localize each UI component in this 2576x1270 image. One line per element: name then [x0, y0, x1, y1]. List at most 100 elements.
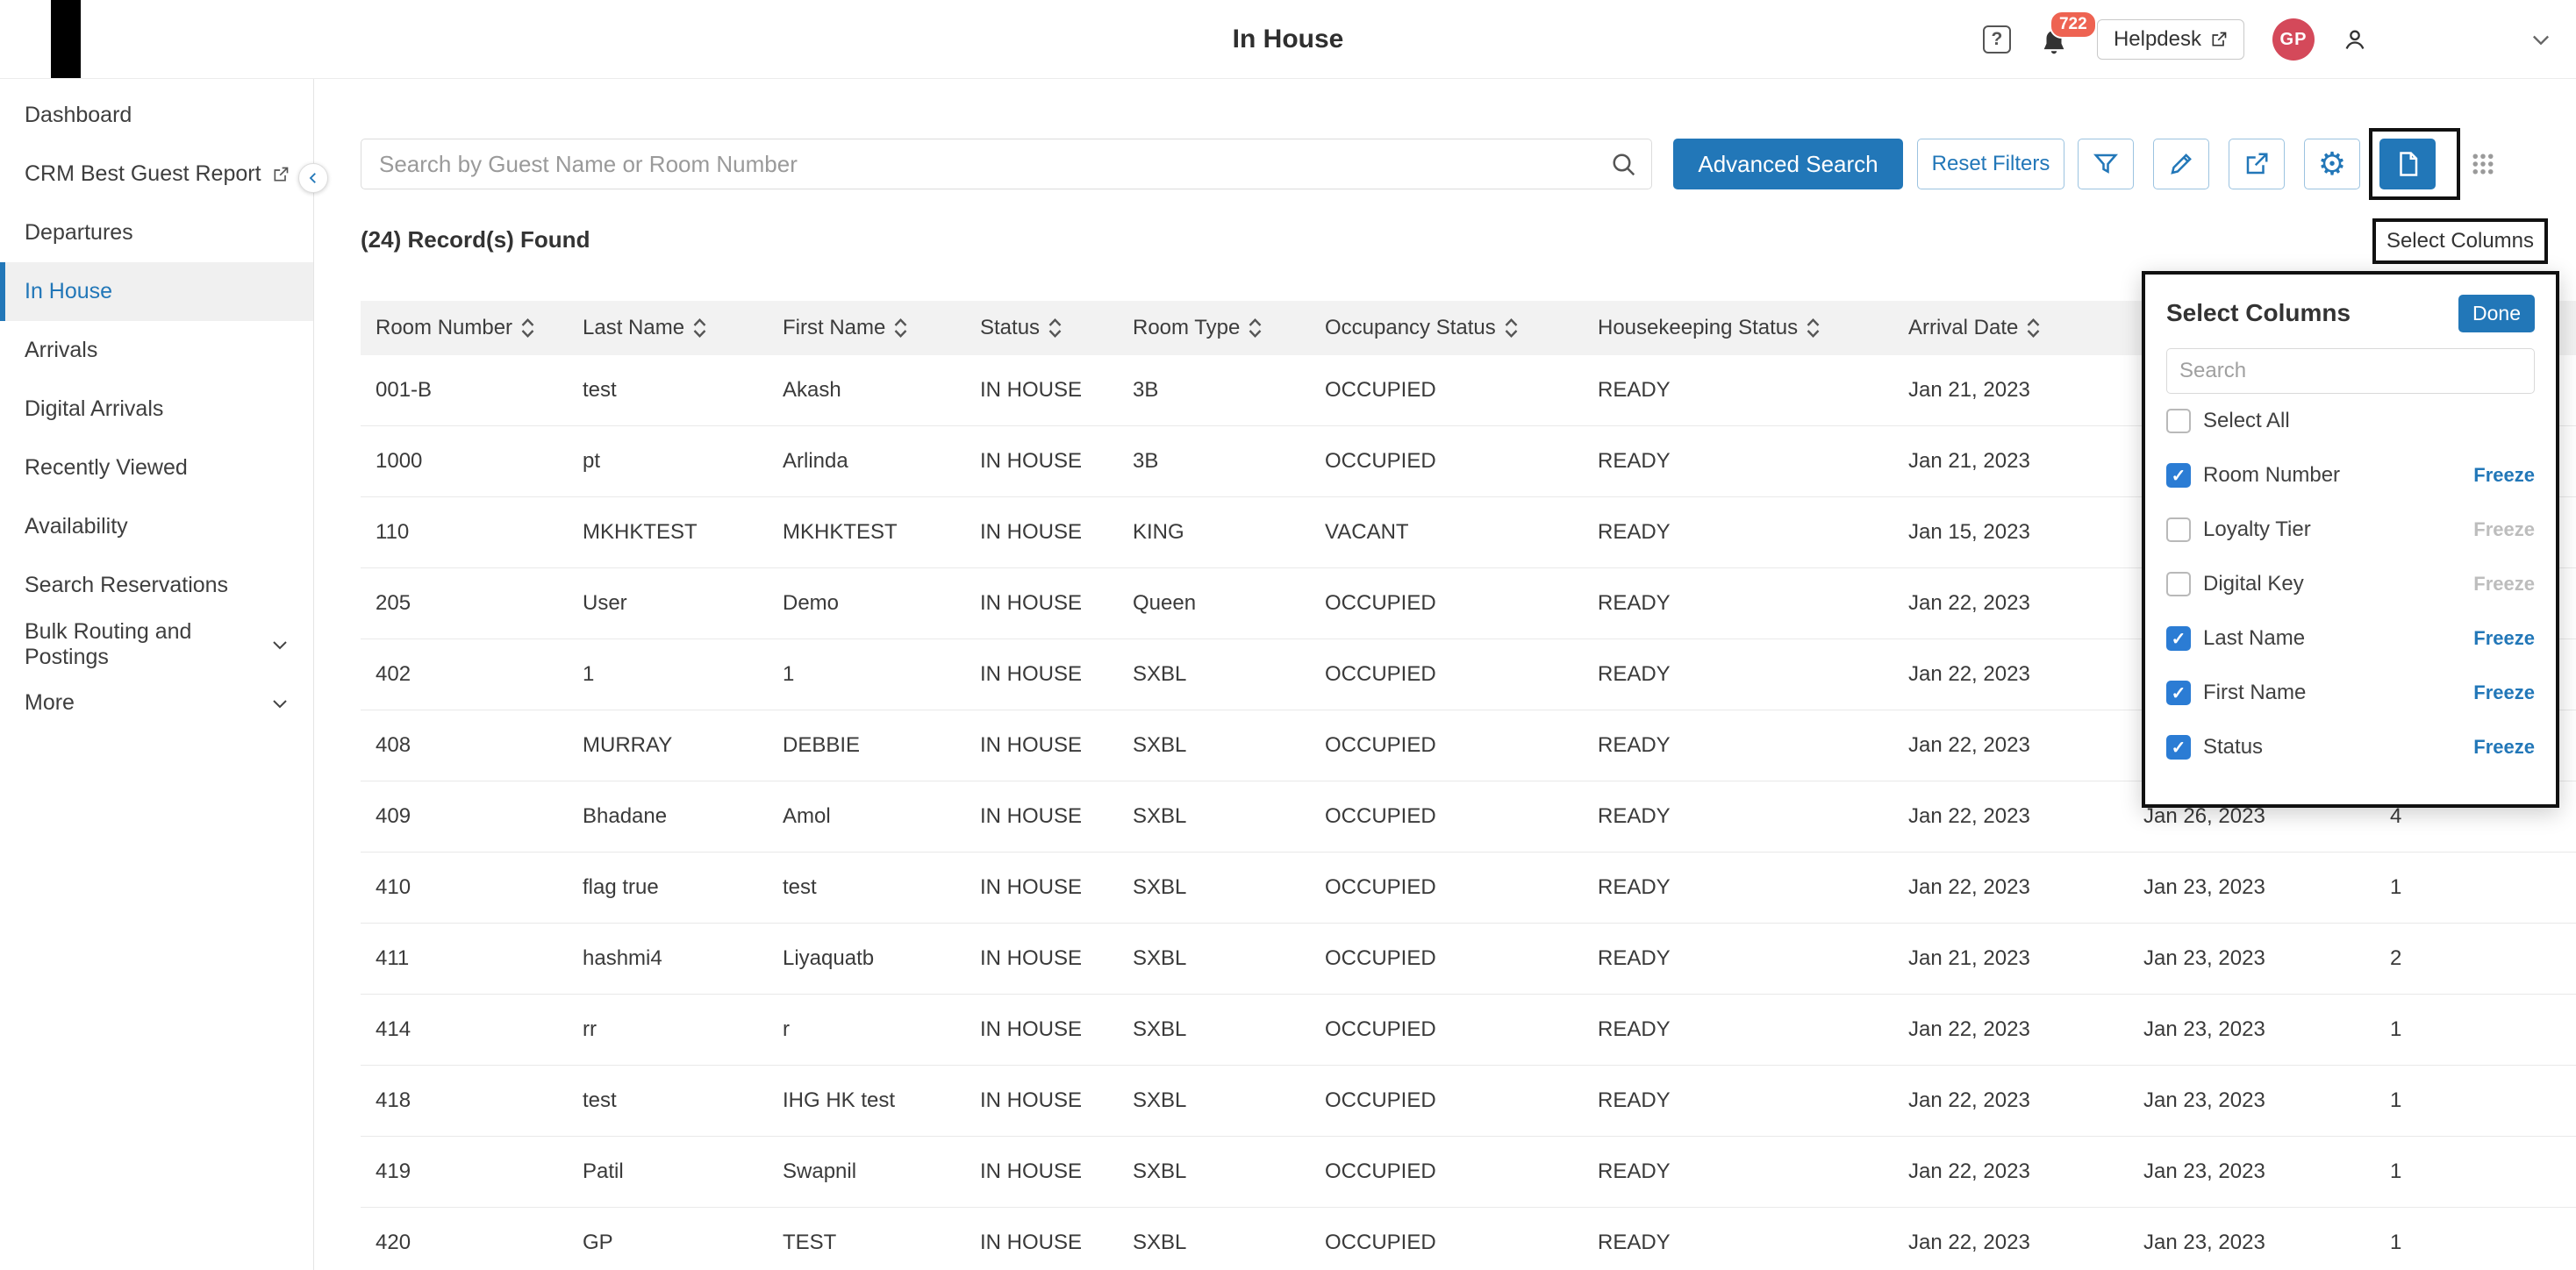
- sidebar-item-recently-viewed[interactable]: Recently Viewed: [0, 439, 313, 497]
- table-cell: Arlinda: [768, 449, 965, 474]
- table-cell: READY: [1583, 875, 1893, 900]
- checkbox-unchecked[interactable]: [2166, 409, 2191, 433]
- table-cell: test: [568, 378, 768, 403]
- grid-view-button[interactable]: [2455, 139, 2511, 189]
- header-actions: ? 722 Helpdesk GP: [1983, 0, 2553, 79]
- column-header-room-type[interactable]: Room Type: [1118, 316, 1310, 340]
- sort-icon[interactable]: [1807, 318, 1820, 339]
- table-cell: Jan 22, 2023: [1893, 804, 2129, 829]
- records-found-count: (24) Record(s) Found: [361, 226, 590, 253]
- sidebar-item-in-house[interactable]: In House: [0, 262, 313, 321]
- checkbox-unchecked[interactable]: [2166, 572, 2191, 596]
- sort-icon[interactable]: [1249, 318, 1262, 339]
- column-option-loyalty-tier[interactable]: Loyalty TierFreeze: [2166, 503, 2535, 557]
- edit-button[interactable]: [2153, 139, 2209, 189]
- sidebar-item-dashboard[interactable]: Dashboard: [0, 86, 313, 145]
- checkbox-checked[interactable]: ✓: [2166, 681, 2191, 705]
- sidebar-item-label: Availability: [25, 514, 128, 539]
- freeze-link[interactable]: Freeze: [2473, 627, 2535, 650]
- sidebar-item-departures[interactable]: Departures: [0, 203, 313, 262]
- table-row[interactable]: 410flag truetestIN HOUSESXBLOCCUPIEDREAD…: [361, 853, 2576, 924]
- sidebar-item-bulk-routing-and-postings[interactable]: Bulk Routing and Postings: [0, 615, 313, 674]
- table-cell: Jan 23, 2023: [2129, 875, 2375, 900]
- user-icon[interactable]: [2343, 27, 2367, 52]
- top-header: In House ? 722 Helpdesk GP: [0, 0, 2576, 79]
- search-icon[interactable]: [1611, 152, 1637, 178]
- column-header-occupancy-status[interactable]: Occupancy Status: [1310, 316, 1583, 340]
- column-header-label: First Name: [783, 316, 885, 340]
- table-cell: Jan 22, 2023: [1893, 662, 2129, 687]
- sidebar-item-more[interactable]: More: [0, 674, 313, 732]
- table-cell: IN HOUSE: [965, 875, 1118, 900]
- column-header-last-name[interactable]: Last Name: [568, 316, 768, 340]
- table-cell: Jan 22, 2023: [1893, 1159, 2129, 1184]
- sidebar-item-search-reservations[interactable]: Search Reservations: [0, 556, 313, 615]
- column-header-room-number[interactable]: Room Number: [361, 316, 568, 340]
- column-header-arrival-date[interactable]: Arrival Date: [1893, 316, 2129, 340]
- checkbox-checked[interactable]: ✓: [2166, 735, 2191, 760]
- export-button[interactable]: [2229, 139, 2285, 189]
- avatar[interactable]: GP: [2272, 18, 2315, 61]
- column-search-input[interactable]: [2166, 348, 2535, 394]
- table-row[interactable]: 411hashmi4LiyaquatbIN HOUSESXBLOCCUPIEDR…: [361, 924, 2576, 995]
- sidebar-item-crm-best-guest-report[interactable]: CRM Best Guest Report: [0, 145, 313, 203]
- freeze-link[interactable]: Freeze: [2473, 736, 2535, 759]
- table-cell: 411: [361, 946, 568, 971]
- table-cell: READY: [1583, 378, 1893, 403]
- freeze-link[interactable]: Freeze: [2473, 681, 2535, 704]
- sidebar-item-digital-arrivals[interactable]: Digital Arrivals: [0, 380, 313, 439]
- select-columns-button[interactable]: [2379, 139, 2436, 189]
- table-cell: 419: [361, 1159, 568, 1184]
- checkbox-checked[interactable]: ✓: [2166, 463, 2191, 488]
- table-cell: 1: [2375, 1159, 2576, 1184]
- search-input[interactable]: [361, 139, 1651, 189]
- sort-icon[interactable]: [1048, 318, 1062, 339]
- table-cell: r: [768, 1017, 965, 1042]
- table-row[interactable]: 419PatilSwapnilIN HOUSESXBLOCCUPIEDREADY…: [361, 1137, 2576, 1208]
- table-cell: OCCUPIED: [1310, 875, 1583, 900]
- help-icon[interactable]: ?: [1983, 25, 2011, 54]
- helpdesk-button[interactable]: Helpdesk: [2097, 19, 2244, 60]
- helpdesk-label: Helpdesk: [2114, 27, 2201, 52]
- column-option-select-all[interactable]: Select All: [2166, 394, 2535, 448]
- table-cell: Liyaquatb: [768, 946, 965, 971]
- checkbox-checked[interactable]: ✓: [2166, 626, 2191, 651]
- table-row[interactable]: 418testIHG HK testIN HOUSESXBLOCCUPIEDRE…: [361, 1066, 2576, 1137]
- sidebar-collapse-button[interactable]: [298, 163, 328, 193]
- grid-icon: [2470, 151, 2496, 177]
- reset-filters-button[interactable]: Reset Filters: [1917, 139, 2064, 189]
- checkbox-unchecked[interactable]: [2166, 517, 2191, 542]
- column-header-label: Arrival Date: [1908, 316, 2018, 340]
- sidebar-item-availability[interactable]: Availability: [0, 497, 313, 556]
- sort-icon[interactable]: [693, 318, 706, 339]
- notifications-button[interactable]: 722: [2039, 21, 2069, 58]
- table-row[interactable]: 414rrrIN HOUSESXBLOCCUPIEDREADYJan 22, 2…: [361, 995, 2576, 1066]
- column-option-digital-key[interactable]: Digital KeyFreeze: [2166, 557, 2535, 611]
- sort-icon[interactable]: [1505, 318, 1518, 339]
- header-chevron-down-icon[interactable]: [2529, 27, 2553, 52]
- table-cell: hashmi4: [568, 946, 768, 971]
- guest-search-box: [361, 139, 1652, 189]
- sidebar-item-arrivals[interactable]: Arrivals: [0, 321, 313, 380]
- external-link-icon: [272, 166, 290, 183]
- table-cell: READY: [1583, 520, 1893, 545]
- table-row[interactable]: 420GPTESTIN HOUSESXBLOCCUPIEDREADYJan 22…: [361, 1208, 2576, 1270]
- column-header-status[interactable]: Status: [965, 316, 1118, 340]
- column-option-last-name[interactable]: ✓Last NameFreeze: [2166, 611, 2535, 666]
- advanced-search-button[interactable]: Advanced Search: [1673, 139, 1903, 189]
- sort-icon[interactable]: [521, 318, 534, 339]
- sort-icon[interactable]: [2027, 318, 2040, 339]
- sort-icon[interactable]: [894, 318, 907, 339]
- table-cell: 2: [2375, 946, 2576, 971]
- freeze-link[interactable]: Freeze: [2473, 464, 2535, 487]
- table-cell: READY: [1583, 946, 1893, 971]
- column-header-first-name[interactable]: First Name: [768, 316, 965, 340]
- column-header-housekeeping-status[interactable]: Housekeeping Status: [1583, 316, 1893, 340]
- column-option-status[interactable]: ✓StatusFreeze: [2166, 720, 2535, 774]
- filter-button[interactable]: [2078, 139, 2134, 189]
- table-cell: SXBL: [1118, 875, 1310, 900]
- column-option-room-number[interactable]: ✓Room NumberFreeze: [2166, 448, 2535, 503]
- done-button[interactable]: Done: [2458, 295, 2535, 332]
- column-option-first-name[interactable]: ✓First NameFreeze: [2166, 666, 2535, 720]
- settings-button[interactable]: ⚙: [2304, 139, 2360, 189]
